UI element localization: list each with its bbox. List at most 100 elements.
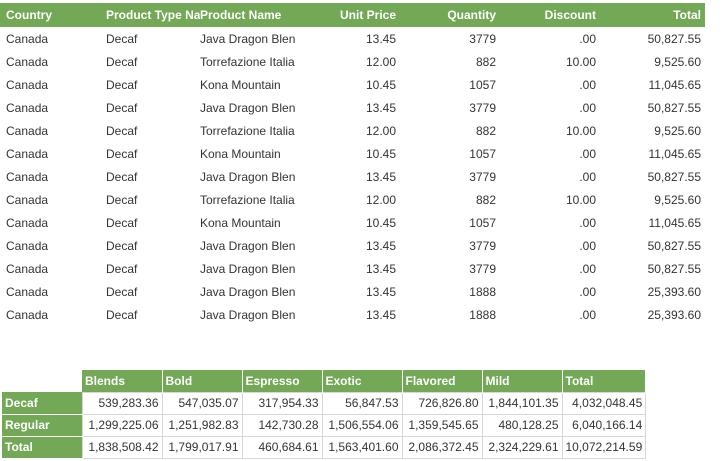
crosstab-col-exotic[interactable]: Exotic — [322, 370, 403, 392]
crosstab-cell: 547,035.07 — [161, 391, 243, 415]
table-row[interactable]: Canada Decaf Torrefazione Italia 12.00 882 10… — [0, 188, 705, 211]
table-row[interactable]: Canada Decaf Java Dragon Blen 13.45 1888 .00 2… — [0, 303, 705, 326]
cell-product-type: Decaf — [106, 284, 138, 299]
header-quantity[interactable]: Quantity — [400, 3, 500, 27]
crosstab-cell: 1,506,554.06 — [321, 413, 403, 437]
cell-unit-price: 10.45 — [365, 215, 396, 230]
cell-product-name: Torrefazione Italia — [200, 192, 295, 207]
header-total[interactable]: Total — [600, 3, 705, 27]
crosstab-row: Decaf 539,283.36 547,035.07 317,954.33 56,84… — [2, 391, 647, 415]
crosstab-cell: 539,283.36 — [81, 391, 163, 415]
cell-product-name: Java Dragon Blen — [200, 100, 296, 115]
cell-product-type: Decaf — [106, 261, 138, 276]
cell-total: 50,827.55 — [647, 31, 701, 46]
cell-quantity: 1057 — [469, 146, 496, 161]
cell-unit-price: 13.45 — [365, 100, 396, 115]
header-product-name[interactable]: Product Name — [200, 3, 300, 27]
cell-unit-price: 13.45 — [365, 238, 396, 253]
cell-country: Canada — [6, 192, 49, 207]
crosstab-cell: 142,730.28 — [241, 413, 323, 437]
report-page: Country Product Type Na Product Name Uni… — [0, 0, 725, 461]
crosstab-cell: 2,086,372.45 — [401, 435, 483, 459]
table-row[interactable]: Canada Decaf Torrefazione Italia 12.00 882 10… — [0, 50, 705, 73]
cell-total: 11,045.65 — [648, 215, 702, 230]
cell-country: Canada — [6, 169, 49, 184]
crosstab-row-label[interactable]: Total — [2, 436, 82, 459]
crosstab-cell: 1,359,545.65 — [401, 413, 483, 437]
cell-country: Canada — [6, 100, 49, 115]
cell-quantity: 1057 — [469, 77, 496, 92]
crosstab-col-espresso[interactable]: Espresso — [242, 370, 323, 392]
cell-total: 25,393.60 — [647, 307, 701, 322]
cell-country: Canada — [6, 31, 49, 46]
crosstab-cell: 1,838,508.42 — [81, 435, 163, 459]
cell-product-type: Decaf — [106, 54, 138, 69]
cell-unit-price: 13.45 — [365, 284, 396, 299]
cell-discount: .00 — [579, 307, 596, 322]
cell-unit-price: 10.45 — [365, 146, 396, 161]
cell-discount: .00 — [579, 238, 596, 253]
table-row[interactable]: Canada Decaf Java Dragon Blen 13.45 1888 .00 2… — [0, 280, 705, 303]
cell-quantity: 882 — [475, 54, 496, 69]
crosstab-col-blends[interactable]: Blends — [82, 370, 163, 392]
cell-product-type: Decaf — [106, 192, 138, 207]
cell-product-type: Decaf — [106, 77, 138, 92]
cell-country: Canada — [6, 307, 49, 322]
cell-discount: 10.00 — [565, 54, 596, 69]
cell-product-name: Java Dragon Blen — [200, 261, 296, 276]
cell-total: 50,827.55 — [647, 169, 701, 184]
cell-discount: .00 — [579, 100, 596, 115]
cell-product-name: Java Dragon Blen — [200, 31, 296, 46]
cell-product-name: Torrefazione Italia — [200, 123, 295, 138]
cell-discount: 10.00 — [565, 123, 596, 138]
cell-country: Canada — [6, 284, 49, 299]
crosstab-col-bold[interactable]: Bold — [162, 370, 243, 392]
cell-product-name: Java Dragon Blen — [200, 284, 296, 299]
cell-unit-price: 13.45 — [365, 307, 396, 322]
table-row[interactable]: Canada Decaf Java Dragon Blen 13.45 3779 .00 5… — [0, 27, 705, 50]
header-discount[interactable]: Discount — [500, 3, 600, 27]
cell-discount: .00 — [579, 215, 596, 230]
crosstab-row-label[interactable]: Regular — [2, 414, 82, 437]
cell-discount: .00 — [579, 169, 596, 184]
table-row[interactable]: Canada Decaf Java Dragon Blen 13.45 3779 .00 5… — [0, 165, 705, 188]
table-row[interactable]: Canada Decaf Kona Mountain 10.45 1057 .00 11,0… — [0, 73, 705, 96]
cell-discount: .00 — [579, 77, 596, 92]
cell-quantity: 3779 — [469, 169, 496, 184]
cell-country: Canada — [6, 77, 49, 92]
cell-discount: .00 — [579, 146, 596, 161]
cell-total: 11,045.65 — [648, 77, 702, 92]
detail-header-row: Country Product Type Na Product Name Uni… — [0, 3, 705, 27]
cell-quantity: 1888 — [469, 307, 496, 322]
cell-country: Canada — [6, 238, 49, 253]
crosstab-cell: 726,826.80 — [401, 391, 483, 415]
table-row[interactable]: Canada Decaf Kona Mountain 10.45 1057 .00 11,0… — [0, 211, 705, 234]
header-unit-price[interactable]: Unit Price — [300, 3, 400, 27]
cell-product-name: Java Dragon Blen — [200, 238, 296, 253]
detail-header: Country Product Type Na Product Name Uni… — [0, 3, 705, 27]
crosstab-row: Total 1,838,508.42 1,799,017.91 460,684.61 1… — [2, 435, 647, 459]
crosstab-col-total[interactable]: Total — [562, 370, 647, 392]
cell-total: 9,525.60 — [654, 192, 701, 207]
crosstab-col-flavored[interactable]: Flavored — [402, 370, 483, 392]
table-row[interactable]: Canada Decaf Kona Mountain 10.45 1057 .00 11,0… — [0, 142, 705, 165]
cell-total: 50,827.55 — [647, 238, 701, 253]
cell-product-name: Torrefazione Italia — [200, 54, 295, 69]
cell-product-type: Decaf — [106, 238, 138, 253]
crosstab-header-row: Blends Bold Espresso Exotic Flavored Mil… — [2, 370, 647, 392]
crosstab-cell: 56,847.53 — [321, 391, 403, 415]
crosstab-row-label[interactable]: Decaf — [2, 392, 82, 415]
detail-table: Country Product Type Na Product Name Uni… — [0, 3, 705, 326]
table-row[interactable]: Canada Decaf Java Dragon Blen 13.45 3779 .00 5… — [0, 96, 705, 119]
cell-unit-price: 10.45 — [365, 77, 396, 92]
cell-country: Canada — [6, 261, 49, 276]
crosstab-cell: 4,032,048.45 — [561, 391, 647, 415]
table-row[interactable]: Canada Decaf Java Dragon Blen 13.45 3779 .00 5… — [0, 257, 705, 280]
table-row[interactable]: Canada Decaf Torrefazione Italia 12.00 882 10… — [0, 119, 705, 142]
cell-product-name: Kona Mountain — [200, 215, 281, 230]
table-row[interactable]: Canada Decaf Java Dragon Blen 13.45 3779 .00 5… — [0, 234, 705, 257]
header-product-type[interactable]: Product Type Na — [100, 3, 200, 27]
header-country[interactable]: Country — [0, 3, 100, 27]
cell-product-type: Decaf — [106, 169, 138, 184]
crosstab-col-mild[interactable]: Mild — [482, 370, 563, 392]
